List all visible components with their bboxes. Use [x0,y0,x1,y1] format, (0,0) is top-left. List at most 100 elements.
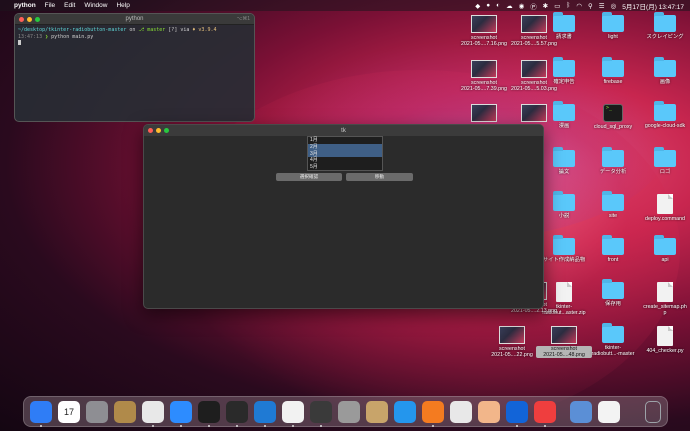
desktop-folder[interactable]: 画像 [637,57,690,85]
menu-file[interactable]: File [45,2,55,9]
month-listbox[interactable]: 1月 2月 3月 4月 5月 [307,136,383,171]
folder-icon [654,57,676,77]
folder-icon [602,279,624,299]
desktop-folder[interactable]: 小説 [536,191,592,219]
bluetooth-icon[interactable]: ᛒ [566,2,570,9]
desktop-folder[interactable]: ロゴ [637,147,690,175]
desktop-folder[interactable]: site [585,191,641,219]
trash-icon[interactable] [645,401,661,423]
infinity-icon[interactable] [506,401,528,423]
menu-help[interactable]: Help [116,2,129,9]
minimize-icon[interactable] [27,17,32,22]
desktop-folder[interactable]: 論文 [536,147,592,175]
desktop-folder[interactable]: 保存用 [585,279,641,307]
messages-icon[interactable]: ● [486,2,490,9]
desktop-folder[interactable]: 漫画 [536,101,592,129]
close-icon[interactable] [19,17,24,22]
document-icon[interactable] [598,401,620,423]
terminal-icon[interactable] [226,401,248,423]
terminal-window[interactable]: python ⌥⌘1 ~/desktop/tkinter-radiobutton… [14,13,255,122]
desktop-file[interactable]: deploy.command [637,194,690,222]
dropbox-icon[interactable]: ◆ [475,2,480,10]
desktop-folder[interactable]: データ分析 [585,147,641,175]
desktop-item-label: スクレイピング [646,34,684,40]
downloads-icon[interactable] [570,401,592,423]
list-item[interactable]: 4月 [308,157,382,164]
cloud-icon[interactable]: ☁ [506,2,513,10]
safari-icon[interactable] [282,401,304,423]
desktop-folder[interactable]: tkinter- radiobutt...-master [585,323,641,357]
database-icon[interactable] [338,401,360,423]
menu-edit[interactable]: Edit [64,2,75,9]
desktop-item-label: firebase [603,79,623,85]
search-icon[interactable]: ⚲ [588,2,593,10]
desktop-folder[interactable]: 確定申告 [536,57,592,85]
desktop-file[interactable]: 404_checker.py [637,326,690,354]
desktop-screenshot[interactable]: screenshot 2021-05....22.png [484,326,540,358]
desktop-folder[interactable]: light [585,12,641,40]
desktop-file[interactable]: create_sitemap.ph p [637,282,690,316]
tk-titlebar[interactable]: tk [144,125,543,136]
menu-window[interactable]: Window [84,2,107,9]
desktop-folder[interactable]: firebase [585,57,641,85]
scripteditor-icon[interactable] [366,401,388,423]
zoom-icon[interactable] [170,401,192,423]
close-icon[interactable] [148,128,153,133]
battery-icon[interactable]: ▭ [554,2,560,10]
quicktime-icon[interactable] [310,401,332,423]
terminal-titlebar[interactable]: python ⌥⌘1 [15,14,254,25]
desktop-file[interactable]: cloud_sql_proxy [585,104,641,130]
running-indicator [180,425,182,427]
key-icon[interactable]: ✱ [543,2,548,10]
clock-icon[interactable] [534,401,556,423]
desktop-folder[interactable]: スクレイピング [637,12,690,40]
minimize-icon[interactable] [156,128,161,133]
p-icon[interactable]: Ⓟ [530,1,537,11]
docker-icon[interactable] [394,401,416,423]
desktop-screenshot[interactable] [456,104,512,124]
terminal-command: python main.py [51,33,94,40]
desktop-item-label: create_sitemap.ph p [643,304,687,317]
calendar-icon[interactable]: 17 [58,401,80,423]
zoom-icon[interactable] [35,17,40,22]
chrome-icon[interactable] [142,401,164,423]
desktop-folder[interactable]: サイト作成納品物 [536,235,592,263]
wifi-icon[interactable]: ◠ [576,2,582,10]
desktop-folder[interactable]: google-cloud-sdk [637,101,690,129]
menubar-clock[interactable]: 5月17日(月) 13:47:17 [622,1,684,11]
prompt-branch-status: [?] [168,27,178,33]
desktop-item-label: api [661,257,669,263]
desktop-screenshot[interactable]: screenshot 2021-05....48.png [536,326,592,359]
system-preferences-icon[interactable] [86,401,108,423]
control-center-icon[interactable]: ☰ [599,2,605,10]
terminal-content[interactable]: ~/desktop/tkinter-radiobutton-master on … [15,25,254,49]
zoom-icon[interactable] [164,128,169,133]
list-item[interactable]: 2月 [308,143,382,151]
desktop-folder[interactable]: 請求書 [536,12,592,40]
list-item[interactable]: 1月 [308,137,382,144]
menu-app-name[interactable]: python [14,2,36,9]
folder-icon [553,191,575,211]
tk-window[interactable]: tk 1月 2月 3月 4月 5月 選択確認 移動 [143,124,544,309]
list-item[interactable]: 5月 [308,164,382,171]
desktop-item-label: データ分析 [599,169,627,175]
archive-icon[interactable] [114,401,136,423]
iterm-icon[interactable] [198,401,220,423]
desktop-screenshot[interactable]: screenshot 2021-05....7.39.png [456,60,512,92]
preview-icon[interactable] [478,401,500,423]
sequel-icon[interactable] [450,401,472,423]
sourcetree-icon[interactable] [422,401,444,423]
paw-icon[interactable]: ◉ [519,2,525,10]
list-item[interactable]: 3月 [308,150,382,158]
desktop-folder[interactable]: api [637,235,690,263]
finder-icon[interactable] [30,401,52,423]
sync-icon[interactable]: ◐ [496,2,500,9]
confirm-selection-button[interactable]: 選択確認 [276,173,342,181]
prompt-branch: master [147,27,166,33]
move-button[interactable]: 移動 [346,173,413,181]
vscode-icon[interactable] [254,401,276,423]
desktop-screenshot[interactable]: screenshot 2021-05....7.16.png [456,15,512,47]
siri-icon[interactable]: ◎ [611,2,617,10]
desktop-folder[interactable]: front [585,235,641,263]
document-icon [657,194,673,214]
